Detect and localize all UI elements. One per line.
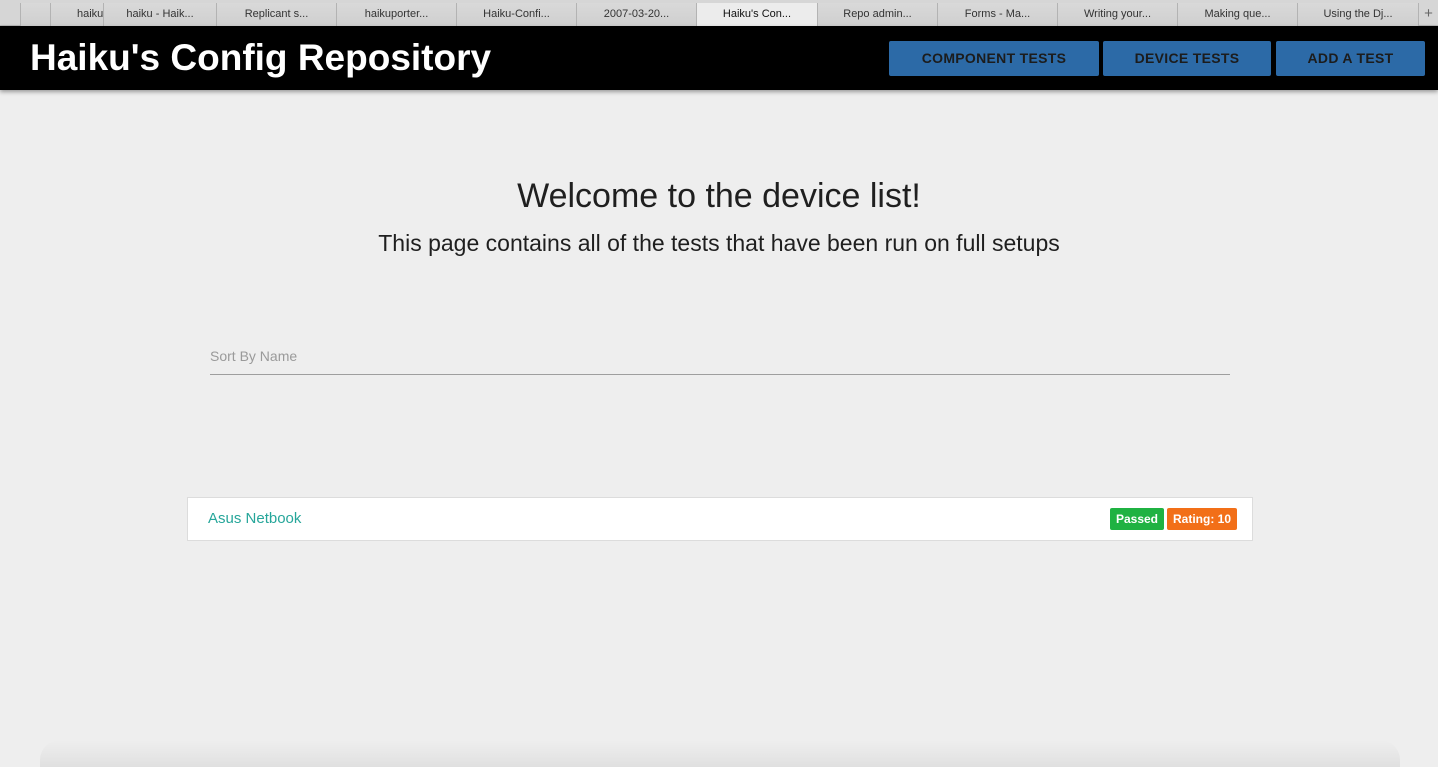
browser-tab[interactable]: [20, 3, 50, 26]
browser-tab[interactable]: Using the Dj...: [1297, 3, 1418, 26]
status-badge: Passed: [1110, 508, 1164, 530]
app-title[interactable]: Haiku's Config Repository: [30, 37, 491, 79]
add-a-test-button[interactable]: ADD A TEST: [1276, 41, 1425, 76]
browser-tab[interactable]: Forms - Ma...: [937, 3, 1057, 26]
app-header: Haiku's Config Repository COMPONENT TEST…: [0, 26, 1438, 90]
device-name-link[interactable]: Asus Netbook: [208, 510, 301, 528]
browser-tab[interactable]: Making que...: [1177, 3, 1297, 26]
page-heading: Welcome to the device list!: [517, 177, 921, 215]
browser-tab[interactable]: haikuporter...: [336, 3, 456, 26]
page-subheading: This page contains all of the tests that…: [378, 230, 1060, 256]
browser-tab[interactable]: Writing your...: [1057, 3, 1177, 26]
browser-tab[interactable]: haiku: [50, 3, 103, 26]
device-list-item: Asus Netbook Passed Rating: 10: [187, 497, 1253, 541]
browser-tab[interactable]: haiku - Haik...: [103, 3, 216, 26]
sort-by-name-input[interactable]: [210, 338, 1230, 375]
browser-tab-bar: haiku haiku - Haik... Replicant s... hai…: [0, 0, 1438, 26]
new-tab-button[interactable]: +: [1418, 3, 1438, 26]
browser-tab[interactable]: Repo admin...: [817, 3, 937, 26]
browser-tab[interactable]: Replicant s...: [216, 3, 336, 26]
browser-tab-active[interactable]: Haiku's Con...: [696, 3, 817, 26]
rating-badge: Rating: 10: [1167, 508, 1237, 530]
device-tests-button[interactable]: DEVICE TESTS: [1103, 41, 1271, 76]
component-tests-button[interactable]: COMPONENT TESTS: [889, 41, 1099, 76]
bottom-shadow: [40, 740, 1400, 767]
browser-tab[interactable]: 2007-03-20...: [576, 3, 696, 26]
browser-tab[interactable]: Haiku-Confi...: [456, 3, 576, 26]
